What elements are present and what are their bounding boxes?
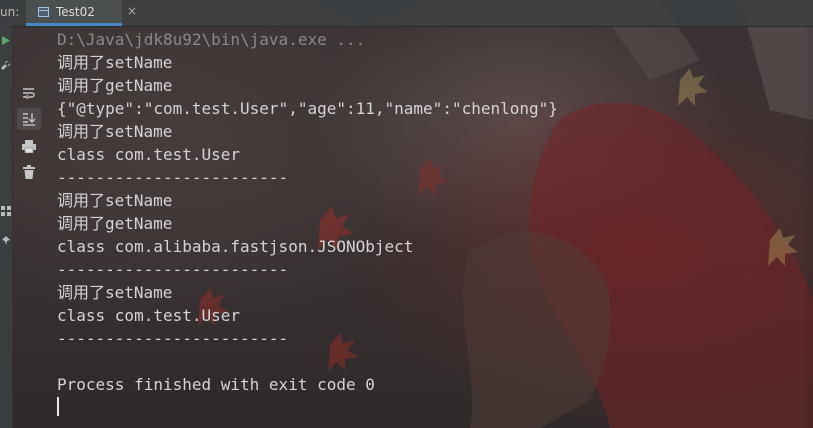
tab-test02[interactable]: Test02 × bbox=[26, 0, 137, 26]
console-line: class com.test.User bbox=[57, 145, 241, 164]
console-line: 调用了getName bbox=[57, 214, 173, 233]
close-icon[interactable]: × bbox=[127, 4, 137, 18]
text-cursor bbox=[57, 397, 59, 416]
console-line: class com.test.User bbox=[57, 306, 241, 325]
console-line: 调用了setName bbox=[57, 283, 173, 302]
run-icon[interactable] bbox=[0, 36, 12, 48]
console-toolbar bbox=[17, 82, 43, 192]
pin-icon[interactable] bbox=[0, 236, 12, 249]
console-line: D:\Java\jdk8u92\bin\java.exe ... bbox=[57, 30, 366, 49]
console-line: {"@type":"com.test.User","age":11,"name"… bbox=[57, 99, 558, 118]
process-exit-message: Process finished with exit code 0 bbox=[57, 375, 375, 394]
run-gutter bbox=[0, 26, 13, 428]
console-separator: ------------------------ bbox=[57, 168, 289, 187]
console-line: 调用了getName bbox=[57, 76, 173, 95]
soft-wrap-icon[interactable] bbox=[17, 82, 41, 104]
run-panel-label: un: bbox=[0, 5, 20, 19]
console-line: 调用了setName bbox=[57, 122, 173, 141]
tab-label: Test02 bbox=[56, 5, 95, 19]
console-line: class com.alibaba.fastjson.JSONObject bbox=[57, 237, 414, 256]
console-separator: ------------------------ bbox=[57, 260, 289, 279]
console-line: 调用了setName bbox=[57, 53, 173, 72]
console-output[interactable]: D:\Java\jdk8u92\bin\java.exe ... 调用了setN… bbox=[57, 28, 797, 396]
run-config-icon bbox=[38, 7, 49, 17]
console-separator: ------------------------ bbox=[57, 329, 289, 348]
run-tool-window-header: un: Test02 × bbox=[0, 0, 813, 27]
print-icon[interactable] bbox=[17, 135, 41, 157]
trash-icon[interactable] bbox=[17, 161, 41, 183]
console-line: 调用了setName bbox=[57, 191, 173, 210]
scroll-to-end-icon[interactable] bbox=[17, 108, 41, 130]
layout-icon[interactable] bbox=[0, 206, 12, 219]
wrench-icon[interactable] bbox=[0, 60, 12, 73]
console-scrollbar[interactable] bbox=[807, 26, 813, 428]
